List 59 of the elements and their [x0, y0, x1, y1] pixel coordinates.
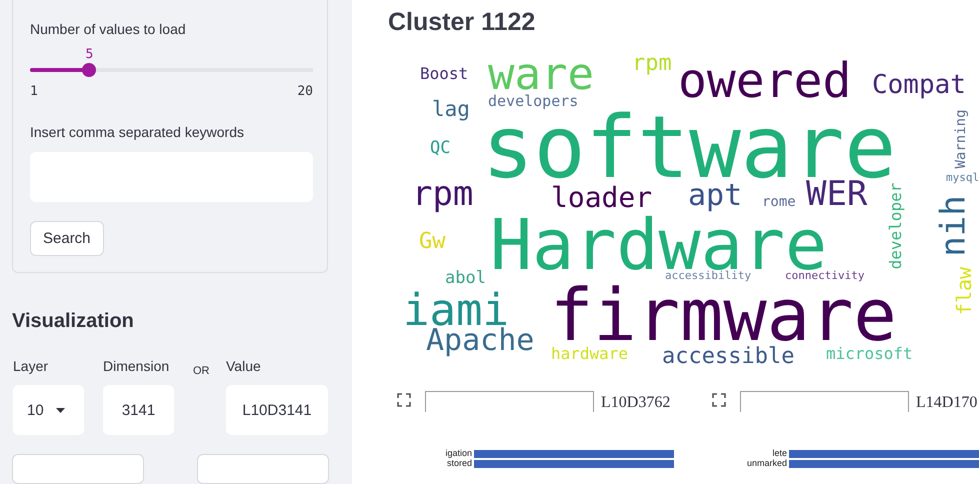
- page-title: Cluster 1122: [388, 8, 536, 37]
- cloud-word: developers: [488, 94, 579, 110]
- bar-label: igation: [444, 449, 473, 458]
- cloud-word: rpm: [410, 187, 474, 216]
- input-field[interactable]: 3141: [103, 385, 174, 435]
- cloud-word: rpm: [631, 59, 672, 78]
- cloud-word: Compat: [871, 74, 967, 100]
- cloud-word: connectivity: [784, 271, 865, 283]
- bar-label: unmarked: [746, 459, 788, 468]
- layer-select[interactable]: 10: [13, 385, 84, 435]
- cloud-word: Boost: [420, 68, 469, 80]
- button[interactable]: [12, 454, 144, 484]
- cloud-word: abol: [444, 270, 486, 284]
- cloud-word: flaw: [955, 266, 971, 316]
- cloud-word: Apache: [426, 328, 536, 358]
- bar-label: lete: [771, 449, 788, 458]
- search-button[interactable]: Search: [30, 221, 104, 256]
- input-field[interactable]: [740, 391, 909, 412]
- input-field[interactable]: [425, 391, 594, 412]
- field-label: Value: [226, 358, 262, 374]
- slider-min: 1: [30, 84, 38, 99]
- cloud-word: Hardware: [488, 214, 828, 270]
- cloud-word: microsoft: [826, 348, 914, 360]
- cloud-word: WER: [806, 180, 868, 208]
- cloud-word: QC: [429, 140, 451, 154]
- cloud-word: firmware: [548, 284, 897, 342]
- panel-title: L14D170: [916, 394, 978, 412]
- cloud-word: hardware: [550, 348, 629, 360]
- cloud-word: loader: [550, 185, 653, 208]
- field-label: Dimension: [103, 358, 170, 374]
- cloud-word: mysql: [946, 173, 979, 185]
- cloud-word: rome: [762, 200, 796, 208]
- input-field[interactable]: L10D3141: [226, 385, 328, 435]
- section-heading: Visualization: [12, 310, 135, 333]
- cloud-word: developer: [888, 182, 906, 270]
- or-label: OR: [193, 365, 210, 377]
- keywords-label: Insert comma separated keywords: [30, 124, 244, 140]
- dropdown-icon: [56, 408, 65, 412]
- cloud-word: Warning: [956, 109, 970, 169]
- cloud-word: apt: [688, 182, 742, 214]
- cloud-word: software: [480, 110, 896, 180]
- cloud-word: nih: [939, 194, 967, 258]
- panel-title: L10D3762: [601, 394, 670, 412]
- fullscreen-icon[interactable]: [397, 393, 411, 407]
- bar-label: stored: [446, 459, 473, 468]
- cloud-word: ware: [486, 64, 595, 91]
- slider-thumb[interactable]: [82, 63, 96, 77]
- slider-max: 20: [297, 84, 313, 99]
- cloud-word: Gw: [418, 232, 446, 250]
- cloud-word: accessibility: [664, 271, 752, 283]
- slider-label: Number of values to load: [30, 21, 186, 37]
- button[interactable]: [197, 454, 329, 484]
- cloud-word: owered: [676, 60, 852, 99]
- cloud-word: iami: [402, 292, 509, 327]
- cloud-word: accessible: [661, 348, 796, 366]
- fullscreen-icon[interactable]: [712, 393, 726, 407]
- slider-value: 5: [86, 47, 94, 62]
- field-label: Layer: [13, 358, 50, 374]
- cloud-word: lag: [431, 100, 471, 122]
